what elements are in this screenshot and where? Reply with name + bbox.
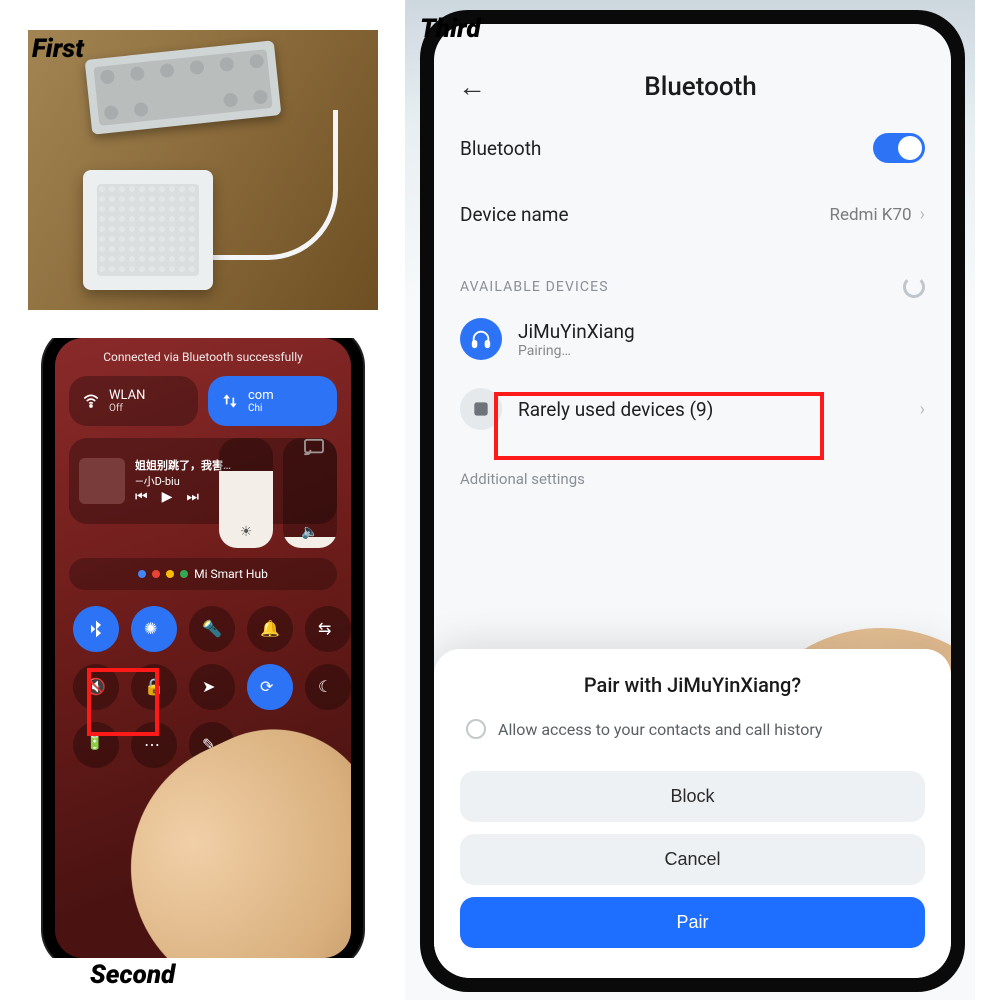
mi-smart-hub-tile[interactable]: Mi Smart Hub <box>69 558 337 590</box>
volume-slider[interactable]: 🔈 <box>283 438 337 548</box>
data-line2: Chi <box>248 403 274 414</box>
scanning-spinner-icon <box>903 276 925 298</box>
flashlight-icon: 🔦 <box>202 619 222 639</box>
wlan-title: WLAN <box>109 388 145 403</box>
pair-dialog: Pair with JiMuYinXiang? Allow access to … <box>434 649 951 978</box>
highlight-device-row <box>494 392 824 460</box>
data-arrows-icon <box>220 391 240 411</box>
device-name-value: Redmi K70 <box>829 205 911 225</box>
battery-icon: 🔋 <box>86 735 106 755</box>
brightness-slider[interactable]: ☀ <box>219 438 273 548</box>
sync-icon: ⇆ <box>318 619 338 639</box>
phone-frame: Connected via Bluetooth successfully WLA… <box>43 338 363 958</box>
rotate-icon: ⟳ <box>260 677 280 697</box>
pair-button[interactable]: Pair <box>460 897 925 948</box>
mobile-data-tile[interactable]: comChi <box>208 376 337 426</box>
headphones-icon <box>460 318 502 360</box>
device-name-label: Device name <box>460 203 569 226</box>
toast-message: Connected via Bluetooth successfully <box>55 338 351 370</box>
prev-icon[interactable]: ⏮ <box>135 489 148 505</box>
step-label-first: First <box>32 34 84 64</box>
speaker-module <box>83 170 213 290</box>
bluetooth-toggle[interactable] <box>873 133 925 163</box>
bluetooth-toggle-row[interactable]: Bluetooth <box>434 113 951 183</box>
hub-label: Mi Smart Hub <box>194 567 268 581</box>
cable <box>208 110 338 260</box>
chevron-right-icon: › <box>920 204 925 225</box>
assistant-dot-icon <box>180 570 188 578</box>
hardware-photo <box>28 30 378 310</box>
sun-icon: ☀ <box>219 524 273 540</box>
qs-flashlight[interactable]: 🔦 <box>189 606 235 652</box>
bell-icon: 🔔 <box>260 619 280 639</box>
speaker-icon: 🔈 <box>283 524 337 540</box>
moon-icon: ☾ <box>318 677 338 697</box>
step-label-third: Third <box>420 14 481 44</box>
qs-dark-mode[interactable]: ☾ <box>305 664 351 710</box>
wifi-icon <box>81 391 101 411</box>
location-icon: ➤ <box>202 677 222 697</box>
bluetooth-settings-panel: ← Bluetooth Bluetooth Device name Redmi … <box>405 0 975 1000</box>
device-row-jimu[interactable]: JiMuYinXiang Pairing… <box>434 304 951 374</box>
step-label-second: Second <box>90 960 175 990</box>
control-center-panel: Connected via Bluetooth successfully WLA… <box>28 338 378 958</box>
bluetooth-screen: ← Bluetooth Bluetooth Device name Redmi … <box>434 24 951 978</box>
qs-rotation[interactable]: ⟳ <box>247 664 293 710</box>
cancel-button[interactable]: Cancel <box>460 834 925 885</box>
checkbox-icon[interactable] <box>466 719 486 739</box>
qs-bluetooth[interactable] <box>73 606 119 652</box>
brightness-icon: ✺ <box>144 619 164 639</box>
qs-auto-brightness[interactable]: ✺ <box>131 606 177 652</box>
qs-dnd[interactable]: 🔔 <box>247 606 293 652</box>
chevron-right-icon: › <box>920 399 925 420</box>
assistant-dot-icon <box>152 570 160 578</box>
data-line1: com <box>248 388 274 403</box>
ellipsis-icon: ⋯ <box>144 735 164 755</box>
device-name: JiMuYinXiang <box>518 320 635 343</box>
album-art <box>79 458 125 504</box>
wlan-sub: Off <box>109 403 145 414</box>
highlight-bluetooth-toggle <box>87 668 159 736</box>
wlan-tile[interactable]: WLANOff <box>69 376 198 426</box>
qs-sync[interactable]: ⇆ <box>305 606 351 652</box>
checkbox-label: Allow access to your contacts and call h… <box>498 720 822 739</box>
control-center-screen: Connected via Bluetooth successfully WLA… <box>55 338 351 958</box>
phone-frame: ← Bluetooth Bluetooth Device name Redmi … <box>420 10 965 992</box>
device-name-row[interactable]: Device name Redmi K70 › <box>434 183 951 246</box>
block-button[interactable]: Block <box>460 771 925 822</box>
play-icon[interactable]: ▶ <box>162 489 173 505</box>
assistant-dot-icon <box>138 570 146 578</box>
dialog-title: Pair with JiMuYinXiang? <box>460 673 925 697</box>
available-devices-header: AVAILABLE DEVICES <box>460 279 609 295</box>
contacts-checkbox-row[interactable]: Allow access to your contacts and call h… <box>460 715 925 759</box>
device-status: Pairing… <box>518 343 635 359</box>
next-icon[interactable]: ⏭ <box>186 489 199 505</box>
bluetooth-label: Bluetooth <box>460 137 541 160</box>
assistant-dot-icon <box>166 570 174 578</box>
qs-location[interactable]: ➤ <box>189 664 235 710</box>
page-title: Bluetooth <box>474 72 927 102</box>
